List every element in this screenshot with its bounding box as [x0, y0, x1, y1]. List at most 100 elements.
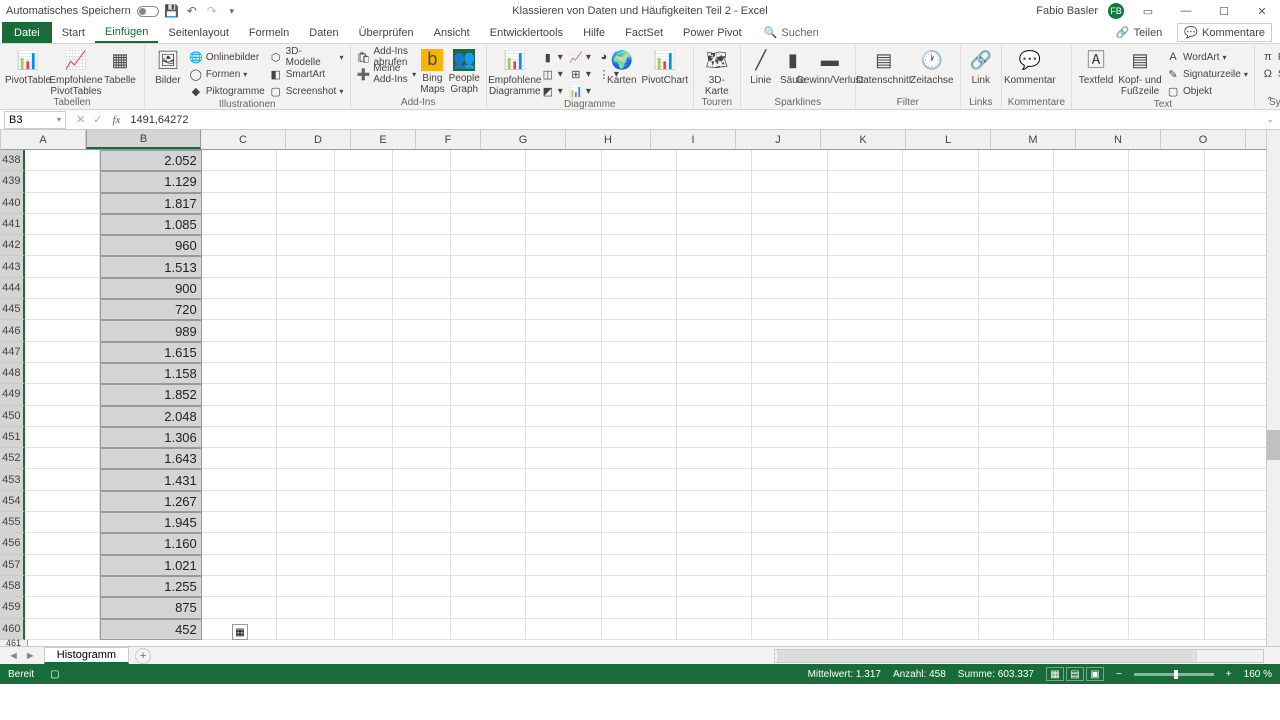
- cell[interactable]: [277, 150, 335, 171]
- recommended-charts-button[interactable]: 📊Empfohlene Diagramme: [493, 49, 537, 97]
- cell[interactable]: [602, 619, 677, 640]
- cell[interactable]: [1129, 576, 1204, 597]
- cell[interactable]: [25, 171, 100, 192]
- enter-formula-icon[interactable]: ✓: [93, 113, 102, 126]
- cell[interactable]: [277, 427, 335, 448]
- cell[interactable]: [1054, 235, 1129, 256]
- cell[interactable]: [202, 448, 277, 469]
- cell[interactable]: [979, 320, 1054, 341]
- cell[interactable]: [752, 299, 827, 320]
- cell[interactable]: [752, 235, 827, 256]
- header-footer-button[interactable]: ▤Kopf- und Fußzeile: [1118, 49, 1162, 97]
- zoom-in-icon[interactable]: +: [1226, 669, 1232, 680]
- cell[interactable]: [451, 533, 526, 554]
- cell[interactable]: [677, 533, 752, 554]
- cell[interactable]: 1.513: [100, 256, 202, 277]
- maximize-icon[interactable]: ☐: [1210, 2, 1238, 20]
- cell[interactable]: [451, 555, 526, 576]
- cell[interactable]: [602, 491, 677, 512]
- cell[interactable]: [979, 576, 1054, 597]
- cell[interactable]: [451, 214, 526, 235]
- cell[interactable]: [526, 576, 601, 597]
- cell[interactable]: [335, 299, 393, 320]
- cancel-formula-icon[interactable]: ✕: [76, 113, 85, 126]
- slicer-button[interactable]: ▤Datenschnitt: [862, 49, 906, 86]
- cell[interactable]: [451, 278, 526, 299]
- cell[interactable]: [979, 363, 1054, 384]
- cell[interactable]: [451, 320, 526, 341]
- cell[interactable]: [277, 619, 335, 640]
- cell[interactable]: [828, 491, 903, 512]
- cell[interactable]: [526, 363, 601, 384]
- cell[interactable]: [393, 576, 451, 597]
- cell[interactable]: [202, 576, 277, 597]
- cell[interactable]: [277, 448, 335, 469]
- cell[interactable]: [752, 448, 827, 469]
- chart-hierarchy-button[interactable]: ◫▾: [541, 66, 563, 82]
- cell[interactable]: [335, 193, 393, 214]
- object-button[interactable]: ▢Objekt: [1166, 83, 1248, 99]
- cell[interactable]: [903, 576, 978, 597]
- row-header[interactable]: 441: [0, 214, 25, 235]
- cell[interactable]: [393, 256, 451, 277]
- cell[interactable]: [979, 597, 1054, 618]
- cell[interactable]: [335, 512, 393, 533]
- cell[interactable]: [602, 235, 677, 256]
- link-button[interactable]: 🔗Link: [967, 49, 995, 86]
- cell[interactable]: [277, 235, 335, 256]
- cell[interactable]: [451, 256, 526, 277]
- cell[interactable]: [1129, 384, 1204, 405]
- cell[interactable]: [25, 406, 100, 427]
- cell[interactable]: [277, 342, 335, 363]
- cell[interactable]: [335, 448, 393, 469]
- cell[interactable]: [752, 278, 827, 299]
- cell[interactable]: [828, 384, 903, 405]
- cell[interactable]: [526, 469, 601, 490]
- cell[interactable]: [25, 448, 100, 469]
- cell[interactable]: [277, 363, 335, 384]
- cell[interactable]: [202, 533, 277, 554]
- cell[interactable]: [677, 469, 752, 490]
- cell[interactable]: [903, 448, 978, 469]
- cell[interactable]: [393, 512, 451, 533]
- row-header[interactable]: 445: [0, 299, 25, 320]
- cell[interactable]: 720: [100, 299, 202, 320]
- cell[interactable]: [752, 469, 827, 490]
- cell[interactable]: [1054, 299, 1129, 320]
- cell[interactable]: [602, 533, 677, 554]
- share-button[interactable]: 🔗Teilen: [1109, 23, 1169, 42]
- zoom-slider[interactable]: [1134, 673, 1214, 676]
- cell[interactable]: [1129, 235, 1204, 256]
- cell[interactable]: [277, 299, 335, 320]
- cell[interactable]: [393, 214, 451, 235]
- cell[interactable]: [1054, 619, 1129, 640]
- cell[interactable]: [393, 469, 451, 490]
- cell[interactable]: [1129, 150, 1204, 171]
- column-header-C[interactable]: C: [201, 130, 286, 149]
- quick-analysis-icon[interactable]: ▦: [232, 624, 248, 640]
- cell[interactable]: [677, 384, 752, 405]
- cell[interactable]: [602, 214, 677, 235]
- column-header-O[interactable]: O: [1161, 130, 1246, 149]
- user-name[interactable]: Fabio Basler: [1036, 5, 1098, 17]
- cell[interactable]: [202, 469, 277, 490]
- cell[interactable]: [393, 320, 451, 341]
- cell[interactable]: [903, 384, 978, 405]
- tab-factset[interactable]: FactSet: [615, 22, 673, 43]
- cell[interactable]: [1129, 448, 1204, 469]
- cell[interactable]: [602, 256, 677, 277]
- smartart-button[interactable]: ◧SmartArt: [269, 66, 344, 82]
- cell[interactable]: 1.160: [100, 533, 202, 554]
- cell[interactable]: 1.643: [100, 448, 202, 469]
- collapse-ribbon-icon[interactable]: ⌃: [1266, 96, 1274, 107]
- cell[interactable]: [335, 469, 393, 490]
- cell[interactable]: [677, 320, 752, 341]
- cell[interactable]: [979, 512, 1054, 533]
- cell[interactable]: 1.852: [100, 384, 202, 405]
- cell[interactable]: [752, 512, 827, 533]
- cell[interactable]: [25, 363, 100, 384]
- row-header[interactable]: 456: [0, 533, 25, 554]
- column-header-A[interactable]: A: [1, 130, 86, 149]
- cell[interactable]: [25, 576, 100, 597]
- row-header[interactable]: 454: [0, 491, 25, 512]
